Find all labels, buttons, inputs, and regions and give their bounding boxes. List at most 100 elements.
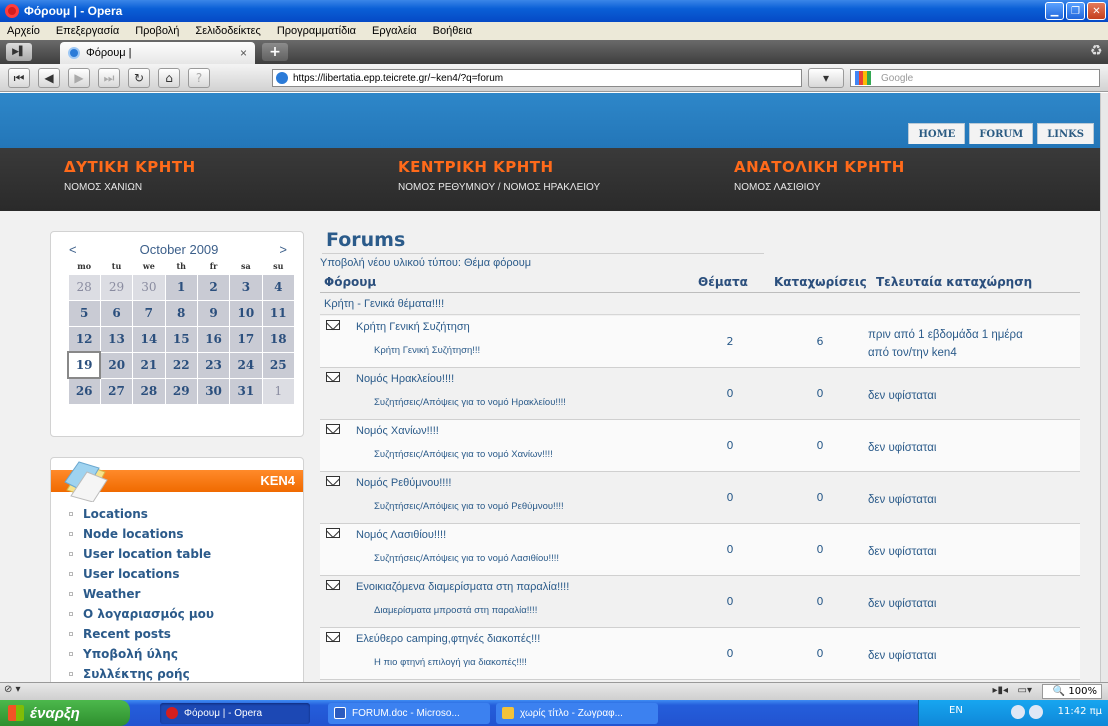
address-field[interactable]: https://libertatia.epp.teicrete.gr/~ken4…: [272, 69, 802, 87]
forum-name-link[interactable]: Ενοικιαζόμενα διαμερίσματα στη παραλία!!…: [356, 581, 569, 593]
calendar-day[interactable]: 22: [164, 351, 198, 379]
wand-icon[interactable]: ?: [188, 68, 210, 88]
search-placeholder: Google: [881, 72, 914, 84]
taskbar-item-paint[interactable]: χωρίς τίτλο - Ζωγραφ...: [496, 703, 658, 724]
ken4-link[interactable]: Recent posts: [67, 624, 214, 644]
home-icon[interactable]: ⌂: [158, 68, 180, 88]
calendar-day[interactable]: 14: [132, 325, 166, 353]
calendar-day[interactable]: 16: [196, 325, 231, 353]
maximize-button[interactable]: ❐: [1066, 2, 1085, 20]
tab-forum[interactable]: Φόρουμ | ×: [60, 42, 255, 64]
menu-bookmarks[interactable]: Σελιδοδείκτες: [195, 25, 260, 37]
search-field[interactable]: Google: [850, 69, 1100, 87]
calendar-day[interactable]: 26: [67, 377, 101, 405]
calendar-day[interactable]: 21: [132, 351, 166, 379]
calendar-day-header: sa: [241, 261, 251, 272]
calendar-day[interactable]: 1: [261, 377, 296, 405]
zoom-control[interactable]: 🔍 100%: [1042, 684, 1102, 699]
calendar-day[interactable]: 12: [67, 325, 101, 353]
calendar-day[interactable]: 18: [261, 325, 296, 353]
calendar-day[interactable]: 23: [196, 351, 231, 379]
tab-close-icon[interactable]: ×: [240, 46, 247, 60]
nav-forum-link[interactable]: FORUM: [969, 123, 1034, 144]
calendar-day[interactable]: 30: [132, 273, 166, 301]
ken4-link[interactable]: Ο λογαριασμός μου: [67, 604, 214, 624]
calendar-day[interactable]: 17: [229, 325, 263, 353]
forum-name-link[interactable]: Νομός Ρεθύμνου!!!!: [356, 477, 451, 489]
rewind-button[interactable]: ⏮: [8, 68, 30, 88]
menu-tools[interactable]: Εργαλεία: [372, 25, 417, 37]
ken4-link[interactable]: Συλλέκτης ροής: [67, 664, 214, 682]
calendar-day[interactable]: 11: [261, 299, 296, 327]
status-menu-icon[interactable]: ⊘ ▾: [4, 684, 21, 695]
calendar-day[interactable]: 31: [229, 377, 263, 405]
back-button[interactable]: ◀: [38, 68, 60, 88]
region-central[interactable]: ΚΕΝΤΡΙΚΗ ΚΡΗΤΗ ΝΟΜΟΣ ΡΕΘΥΜΝΟΥ / ΝΟΜΟΣ ΗΡ…: [398, 158, 600, 193]
forum-description: Συζητήσεις/Απόψεις για το νομό Λασιθίου!…: [374, 553, 560, 564]
menu-widgets[interactable]: Προγραμματίδια: [277, 25, 356, 37]
security-info-icon[interactable]: ▾: [808, 68, 844, 88]
ken4-link[interactable]: Node locations: [67, 524, 214, 544]
forum-name-link[interactable]: Κρήτη Γενική Συζήτηση: [356, 321, 470, 333]
nav-home-link[interactable]: HOME: [908, 123, 966, 144]
menu-edit[interactable]: Επεξεργασία: [56, 25, 119, 37]
forum-category-link[interactable]: Κρήτη - Γενικά θέματα!!!!: [324, 298, 444, 310]
calendar-day[interactable]: 25: [261, 351, 296, 379]
calendar-week: 19 20 21 22 23 24 25: [66, 351, 296, 379]
forum-name-link[interactable]: Ελεύθερο camping,φτηνές διακοπές!!!: [356, 633, 540, 645]
calendar-day[interactable]: 10: [229, 299, 263, 327]
calendar-day[interactable]: 3: [229, 273, 263, 301]
calendar-day[interactable]: 13: [99, 325, 134, 353]
forward-button[interactable]: ▶: [68, 68, 90, 88]
forum-name-link[interactable]: Νομός Ηρακλείου!!!!: [356, 373, 454, 385]
closed-tabs-icon[interactable]: ♻: [1090, 43, 1106, 61]
submit-topic-link[interactable]: Υποβολή νέου υλικού τύπου: Θέμα φόρουμ: [320, 257, 531, 269]
calendar-day[interactable]: 15: [164, 325, 198, 353]
ken4-link[interactable]: Weather: [67, 584, 214, 604]
calendar-day[interactable]: 2: [196, 273, 231, 301]
new-tab-button[interactable]: +: [262, 43, 288, 61]
region-west[interactable]: ΔΥΤΙΚΗ ΚΡΗΤΗ ΝΟΜΟΣ ΧΑΝΙΩΝ: [64, 158, 196, 193]
ken4-link[interactable]: User location table: [67, 544, 214, 564]
forum-topics-count: 0: [726, 647, 734, 660]
fast-forward-button[interactable]: ⏭: [98, 68, 120, 88]
tray-icons[interactable]: [1011, 705, 1051, 721]
close-button[interactable]: ✕: [1087, 2, 1106, 20]
region-east[interactable]: ΑΝΑΤΟΛΙΚΗ ΚΡΗΤΗ ΝΟΜΟΣ ΛΑΣΙΘΙΟΥ: [734, 158, 905, 193]
calendar-day[interactable]: 9: [196, 299, 231, 327]
menu-help[interactable]: Βοήθεια: [433, 25, 472, 37]
calendar-day[interactable]: 29: [164, 377, 198, 405]
calendar-day[interactable]: 20: [99, 351, 134, 379]
calendar-day[interactable]: 7: [132, 299, 166, 327]
calendar-day[interactable]: 5: [67, 299, 101, 327]
reload-icon[interactable]: ↻: [128, 68, 150, 88]
ken4-link[interactable]: Locations: [67, 504, 214, 524]
ken4-link[interactable]: Υποβολή ύλης: [67, 644, 214, 664]
language-indicator[interactable]: EN: [949, 705, 963, 716]
calendar-day[interactable]: 28: [132, 377, 166, 405]
forum-name-link[interactable]: Νομός Λασιθίου!!!!: [356, 529, 446, 541]
taskbar-item-opera[interactable]: Φόρουμ | - Opera: [160, 703, 310, 724]
menu-view[interactable]: Προβολή: [135, 25, 179, 37]
forum-name-link[interactable]: Νομός Χανίων!!!!: [356, 425, 439, 437]
calendar-day[interactable]: 6: [99, 299, 134, 327]
calendar-day[interactable]: 27: [99, 377, 134, 405]
status-icons[interactable]: ▸▮◂ ▭▾: [992, 685, 1032, 696]
menu-file[interactable]: Αρχείο: [7, 25, 40, 37]
panel-toggle-button[interactable]: ▶▌: [6, 43, 32, 61]
taskbar-item-word[interactable]: FORUM.doc - Microso...: [328, 703, 490, 724]
calendar-day[interactable]: 29: [99, 273, 134, 301]
ken4-link[interactable]: User locations: [67, 564, 214, 584]
nav-links-link[interactable]: LINKS: [1037, 123, 1094, 144]
calendar-day[interactable]: 19: [66, 351, 102, 379]
start-button[interactable]: έναρξη: [0, 700, 130, 726]
calendar-day[interactable]: 28: [67, 273, 101, 301]
vertical-scrollbar[interactable]: [1100, 93, 1108, 682]
minimize-button[interactable]: ▁: [1045, 2, 1064, 20]
calendar-day[interactable]: 4: [261, 273, 296, 301]
calendar-next-link[interactable]: >: [279, 242, 287, 257]
calendar-day[interactable]: 30: [196, 377, 231, 405]
calendar-day[interactable]: 1: [164, 273, 198, 301]
calendar-day[interactable]: 24: [229, 351, 263, 379]
calendar-day[interactable]: 8: [164, 299, 198, 327]
